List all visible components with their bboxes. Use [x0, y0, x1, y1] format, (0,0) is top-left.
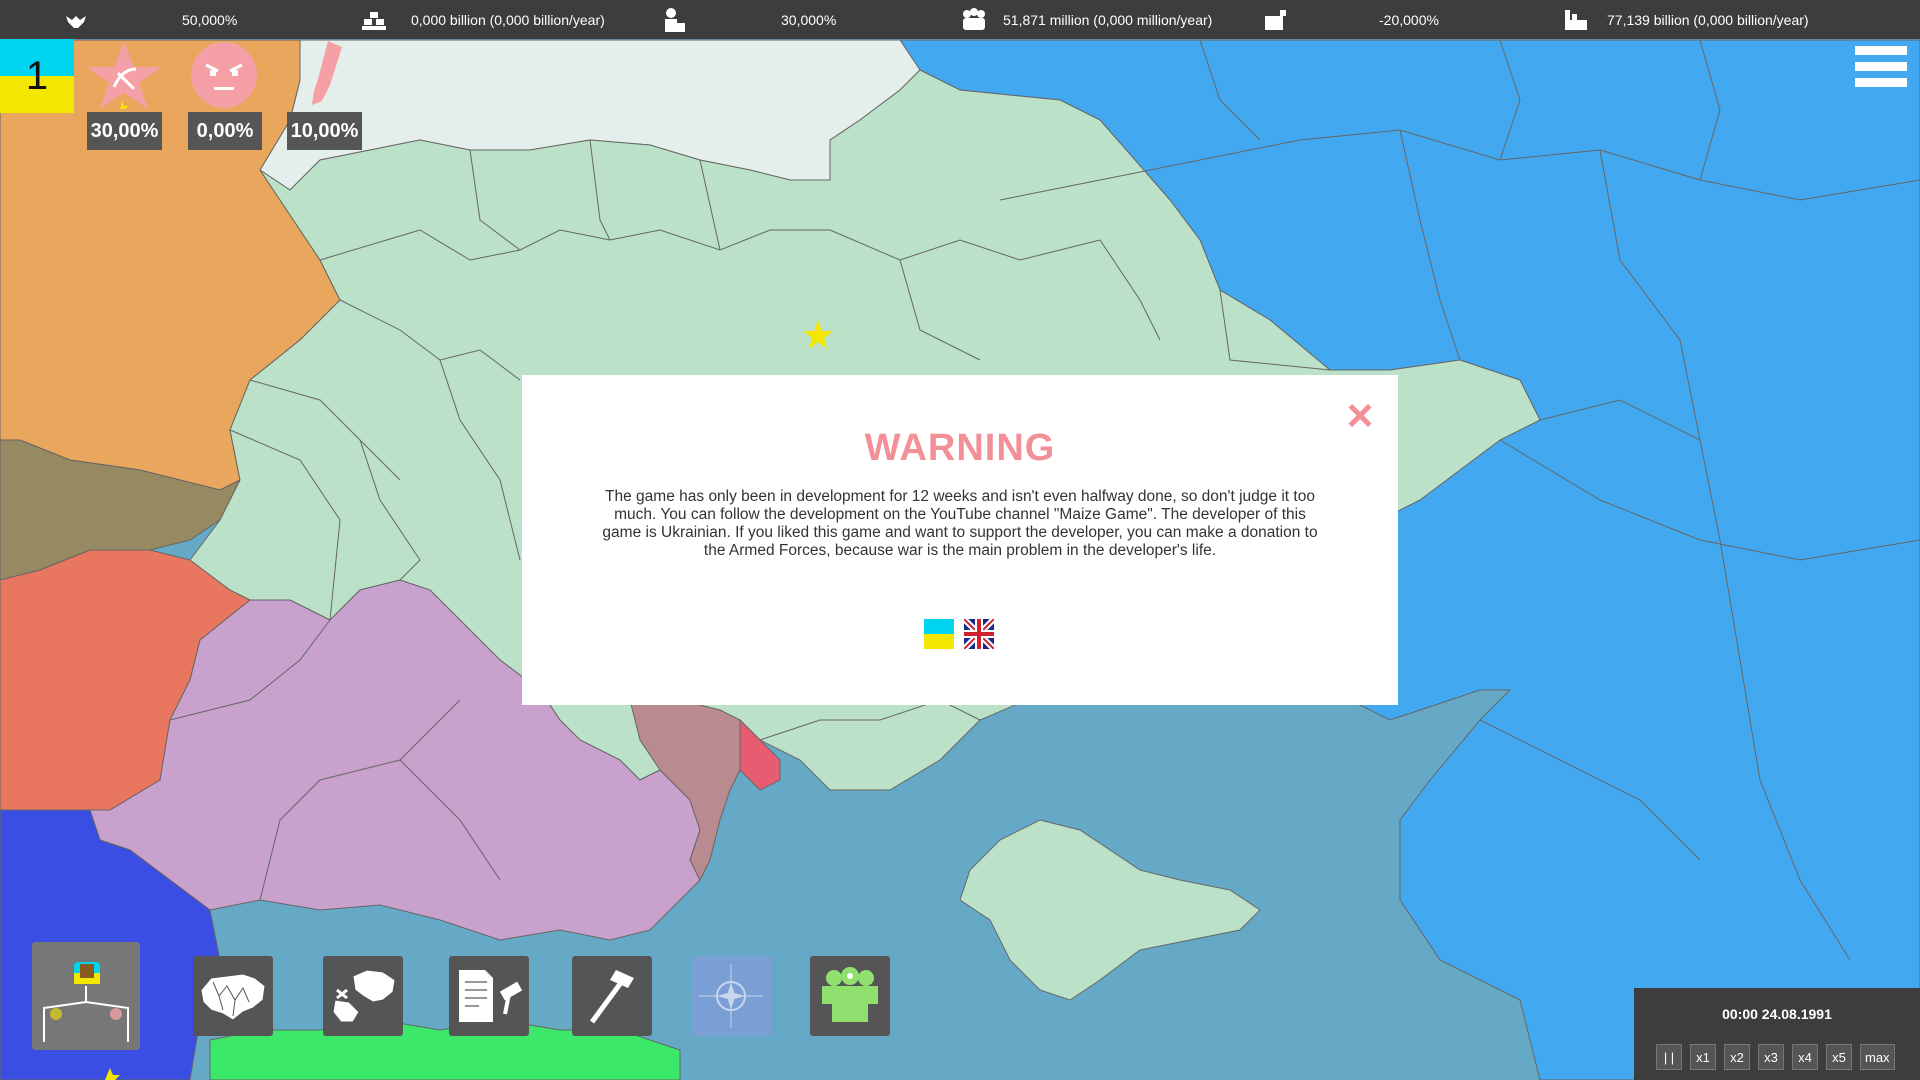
war-tool[interactable] [323, 956, 403, 1036]
speed-x3-button[interactable]: x3 [1758, 1044, 1784, 1070]
country-rank: 1 [25, 53, 49, 98]
dialog-message: The game has only been in development fo… [602, 488, 1318, 559]
war-map-icon [332, 969, 396, 1023]
communist-star-icon [86, 41, 162, 109]
speed-x5-button[interactable]: x5 [1826, 1044, 1852, 1070]
build-tool[interactable] [572, 956, 652, 1036]
warning-dialog: × WARNING The game has only been in deve… [522, 375, 1398, 705]
dialog-title: WARNING [864, 427, 1056, 469]
resource-bar: 50,000% 0,000 billion (0,000 billion/yea… [0, 0, 1920, 39]
speed-controls: | | x1 x2 x3 x4 x5 max [1656, 1044, 1895, 1070]
language-selector [924, 619, 994, 649]
indicator-value: 0,00% [188, 112, 262, 150]
regions-tool[interactable] [193, 956, 273, 1036]
game-date: 00:00 24.08.1991 [1722, 1006, 1832, 1022]
people-tool[interactable] [810, 956, 890, 1036]
hammer-icon [589, 970, 634, 1024]
time-panel: 00:00 24.08.1991 | | x1 x2 x3 x4 x5 max [1634, 988, 1920, 1080]
bird-icon [66, 16, 86, 28]
people-icon [822, 967, 878, 1022]
document-gavel-icon [459, 970, 523, 1022]
indicator-value: 10,00% [287, 112, 362, 150]
worker-icon [665, 8, 685, 32]
alliance-tool[interactable] [691, 956, 771, 1036]
speed-x2-button[interactable]: x2 [1724, 1044, 1750, 1070]
ukraine-flag-icon[interactable] [924, 619, 954, 649]
laws-tool[interactable] [449, 956, 529, 1036]
country-flag[interactable]: 1 [0, 39, 74, 113]
speed-max-button[interactable]: max [1860, 1044, 1895, 1070]
missile-icon [312, 41, 342, 105]
indicator-value: 30,00% [87, 112, 162, 150]
diplomacy-icon [43, 962, 129, 1042]
pause-button[interactable]: | | [1656, 1044, 1682, 1070]
population-icon [963, 8, 985, 30]
gold-bars-icon [362, 12, 386, 30]
map-regions-icon [200, 973, 266, 1021]
menu-button[interactable] [1855, 46, 1907, 98]
speed-x4-button[interactable]: x4 [1792, 1044, 1818, 1070]
diplomacy-tool[interactable] [32, 942, 140, 1050]
uk-flag-icon[interactable] [964, 619, 994, 649]
money-box-icon [1265, 10, 1286, 30]
speed-x1-button[interactable]: x1 [1690, 1044, 1716, 1070]
angry-face-icon [191, 42, 257, 108]
factory-icon [1565, 10, 1587, 30]
nato-icon [699, 964, 763, 1028]
